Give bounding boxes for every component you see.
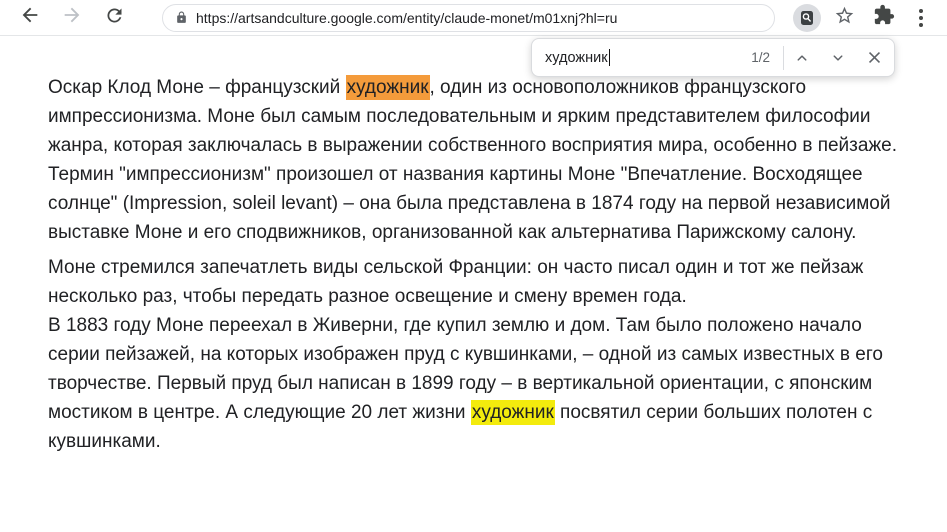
extensions-button[interactable] [867, 2, 901, 34]
text-run: Моне стремился запечатлеть виды сельской… [48, 257, 863, 307]
page-search-icon [799, 10, 815, 26]
menu-button[interactable] [907, 2, 935, 34]
reload-icon [104, 5, 125, 31]
bookmark-button[interactable] [827, 2, 861, 34]
find-bar: художник 1/2 [531, 38, 895, 77]
chevron-down-icon [829, 49, 847, 67]
star-icon [834, 5, 855, 31]
lock-icon [175, 11, 188, 24]
back-arrow-icon [19, 4, 41, 31]
find-input[interactable]: художник [532, 49, 751, 66]
back-button[interactable] [12, 2, 48, 34]
text-run: , один из основоположников французского … [48, 77, 897, 243]
three-dot-menu-icon [919, 9, 923, 27]
puzzle-icon [873, 4, 895, 31]
reload-button[interactable] [96, 2, 132, 34]
article: Оскар Клод Моне – французский художник, … [0, 36, 900, 456]
find-query-text: художник [545, 50, 608, 66]
find-previous-button[interactable] [784, 40, 820, 76]
paragraph: Моне стремился запечатлеть виды сельской… [48, 253, 898, 456]
close-icon [865, 48, 884, 67]
forward-arrow-icon [61, 4, 83, 31]
page-search-button[interactable] [793, 4, 821, 32]
browser-toolbar: https://artsandculture.google.com/entity… [0, 0, 947, 36]
url-text: https://artsandculture.google.com/entity… [196, 10, 617, 26]
text-caret [609, 49, 611, 66]
forward-button[interactable] [54, 2, 90, 34]
chevron-up-icon [793, 49, 811, 67]
find-match-active: художник [346, 75, 430, 100]
find-close-button[interactable] [856, 40, 892, 76]
find-next-button[interactable] [820, 40, 856, 76]
text-run: Оскар Клод Моне – французский [48, 77, 346, 98]
paragraph: Оскар Клод Моне – французский художник, … [48, 73, 898, 247]
address-bar[interactable]: https://artsandculture.google.com/entity… [162, 4, 775, 32]
find-match: художник [471, 400, 555, 425]
find-match-counter: 1/2 [751, 50, 770, 65]
